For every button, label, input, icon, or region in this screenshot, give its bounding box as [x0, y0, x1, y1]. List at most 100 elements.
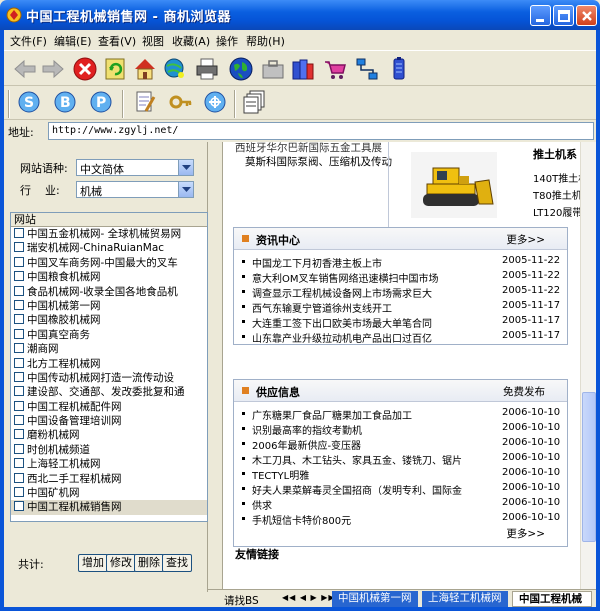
supply-more-link[interactable]: 更多>> — [506, 526, 545, 541]
supply-item-title[interactable]: 好夫人果菜解毒灵全国招商（发明专利、国际金 — [252, 482, 502, 497]
search-p-icon[interactable]: P — [88, 89, 114, 115]
supply-item-title[interactable]: 广东糖果厂食品厂糖果加工食品加工 — [252, 407, 502, 422]
site-checkbox[interactable] — [14, 343, 24, 354]
site-checkbox[interactable] — [14, 256, 24, 267]
edit-document-icon[interactable] — [132, 89, 158, 115]
site-list-item[interactable]: 中国橡胶机械网 — [11, 313, 207, 327]
news-item-title[interactable]: 调查显示工程机械设备网上市场需求巨大 — [252, 285, 502, 300]
site-list-item[interactable]: 建设部、交通部、发改委批复和通 — [11, 385, 207, 399]
site-list-item[interactable]: 中国粮食机械网 — [11, 270, 207, 284]
industry-select[interactable]: 机械 — [76, 181, 194, 198]
site-checkbox[interactable] — [14, 400, 24, 411]
briefcase-icon[interactable] — [260, 56, 286, 82]
site-list-item[interactable]: 潮商网 — [11, 342, 207, 356]
edit-site-button[interactable]: 修改 — [106, 554, 136, 572]
add-site-button[interactable]: 增加 — [78, 554, 108, 572]
dropdown-arrow[interactable] — [178, 160, 193, 175]
news-item[interactable]: 中国龙工下月初香港主板上市 2005-11-22 — [234, 254, 567, 270]
home-icon[interactable] — [132, 56, 158, 82]
site-list-item[interactable]: 中国矿机网 — [11, 486, 207, 500]
network-icon[interactable] — [354, 56, 380, 82]
news-more-link[interactable]: 更多>> — [506, 232, 545, 247]
delete-site-button[interactable]: 删除 — [134, 554, 164, 572]
forward-arrow-icon[interactable] — [40, 56, 66, 82]
minimize-button[interactable] — [530, 5, 551, 26]
tab-site-2[interactable]: 上海轻工机械网 — [422, 591, 508, 607]
menu-actions[interactable]: 操作 — [216, 33, 238, 49]
site-list-item[interactable]: 中国叉车商务网-中国最大的叉车 — [11, 256, 207, 270]
site-checkbox[interactable] — [14, 472, 24, 483]
site-list-item[interactable]: 瑞安机械网-ChinaRuianMac — [11, 241, 207, 255]
stop-icon[interactable] — [72, 56, 98, 82]
search-b-icon[interactable]: B — [52, 89, 78, 115]
news-item-title[interactable]: 西气东输夏宁管道徐州支线开工 — [252, 300, 502, 315]
site-checkbox[interactable] — [14, 285, 24, 296]
supply-item-title[interactable]: 木工刀具、木工钻头、家具五金、镂铣刀、锯片 — [252, 452, 502, 467]
menu-edit[interactable]: 编辑(E) — [54, 33, 92, 49]
supply-item-title[interactable]: 手机短信卡特价800元 — [252, 512, 502, 527]
site-checkbox[interactable] — [14, 299, 24, 310]
supply-item-title[interactable]: 2006年最新供应-变压器 — [252, 437, 502, 452]
search-s-icon[interactable]: S — [16, 89, 42, 115]
site-list-item[interactable]: 中国真空商务 — [11, 328, 207, 342]
world-icon[interactable] — [228, 56, 254, 82]
site-list-item[interactable]: 上海轻工机械网 — [11, 457, 207, 471]
news-item-title[interactable]: 大连重工签下出口欧美市场最大单笔合同 — [252, 315, 502, 330]
vertical-scrollbar[interactable] — [580, 142, 596, 589]
site-list-item[interactable]: 时创机械频道 — [11, 443, 207, 457]
site-checkbox[interactable] — [14, 386, 24, 397]
title-bar[interactable]: 中国工程机械销售网 - 商机浏览器 — [0, 0, 600, 30]
supply-item[interactable]: 广东糖果厂食品厂糖果加工食品加工 2006-10-10 — [234, 406, 567, 422]
site-checkbox[interactable] — [14, 429, 24, 440]
news-item[interactable]: 大连重工签下出口欧美市场最大单笔合同 2005-11-17 — [234, 314, 567, 330]
product-link-1[interactable]: 140T推土机 — [533, 170, 580, 185]
site-checkbox[interactable] — [14, 357, 24, 368]
menu-file[interactable]: 文件(F) — [10, 33, 47, 49]
news-item[interactable]: 调查显示工程机械设备网上市场需求巨大 2005-11-22 — [234, 284, 567, 300]
site-checkbox[interactable] — [14, 415, 24, 426]
printer-icon[interactable] — [194, 56, 220, 82]
site-checkbox[interactable] — [14, 228, 24, 238]
site-checkbox[interactable] — [14, 328, 24, 339]
site-checkbox[interactable] — [14, 314, 24, 325]
language-select[interactable]: 中文简体 — [76, 159, 194, 176]
dropdown-arrow[interactable] — [178, 182, 193, 197]
site-checkbox[interactable] — [14, 271, 24, 282]
site-checkbox[interactable] — [14, 242, 24, 253]
site-list-item[interactable]: 中国传动机械网打造一流传动设 — [11, 371, 207, 385]
site-list-item[interactable]: 磨粉机械网 — [11, 428, 207, 442]
tab-site-3[interactable]: 中国工程机械 — [512, 591, 592, 607]
news-item-title[interactable]: 山东靠产业升级拉动机电产品出口过百亿 — [252, 330, 502, 345]
news-item[interactable]: 意大利OM叉车销售网络迅速横扫中国市场 2005-11-22 — [234, 269, 567, 285]
scrollbar-thumb[interactable] — [582, 392, 596, 542]
globe-search-icon[interactable] — [162, 56, 188, 82]
key-icon[interactable] — [168, 89, 194, 115]
supply-item[interactable]: 2006年最新供应-变压器 2006-10-10 — [234, 436, 567, 452]
menu-view[interactable]: 查看(V) — [98, 33, 136, 49]
site-checkbox[interactable] — [14, 458, 24, 469]
site-list-item[interactable]: 中国工程机械配件网 — [11, 400, 207, 414]
site-checkbox[interactable] — [14, 371, 24, 382]
network-globe-icon[interactable] — [202, 89, 228, 115]
supply-item[interactable]: 识别最高率的指纹考勤机 2006-10-10 — [234, 421, 567, 437]
news-item-title[interactable]: 中国龙工下月初香港主板上市 — [252, 255, 502, 270]
site-list-item[interactable]: 中国机械第一网 — [11, 299, 207, 313]
product-link-2[interactable]: T80推土机 — [533, 187, 580, 202]
expo-link-2[interactable]: 莫斯科国际泵阀、压缩机及传动 — [245, 154, 392, 169]
site-list-item[interactable]: 中国工程机械销售网 — [11, 500, 207, 515]
back-arrow-icon[interactable] — [12, 56, 38, 82]
site-checkbox[interactable] — [14, 487, 24, 498]
supply-item[interactable]: 手机短信卡特价800元 2006-10-10 — [234, 511, 567, 527]
site-list-item[interactable]: 北方工程机械网 — [11, 357, 207, 371]
web-content[interactable]: 西班牙华尔巴新国际五金工具展 莫斯科国际泵阀、压缩机及传动 推土机系 140T推… — [222, 142, 580, 589]
maximize-button[interactable] — [553, 5, 574, 26]
close-button[interactable] — [576, 5, 597, 26]
supply-item[interactable]: 木工刀具、木工钻头、家具五金、镂铣刀、锯片 2006-10-10 — [234, 451, 567, 467]
bulldozer-product-image[interactable] — [411, 152, 497, 218]
supply-item[interactable]: TECTYL明雅 2006-10-10 — [234, 466, 567, 482]
supply-item-title[interactable]: TECTYL明雅 — [252, 467, 502, 482]
news-item-title[interactable]: 意大利OM叉车销售网络迅速横扫中国市场 — [252, 270, 502, 285]
site-list-item[interactable]: 中国设备管理培训网 — [11, 414, 207, 428]
site-checkbox[interactable] — [14, 501, 24, 512]
menu-favorites[interactable]: 收藏(A) — [172, 33, 210, 49]
